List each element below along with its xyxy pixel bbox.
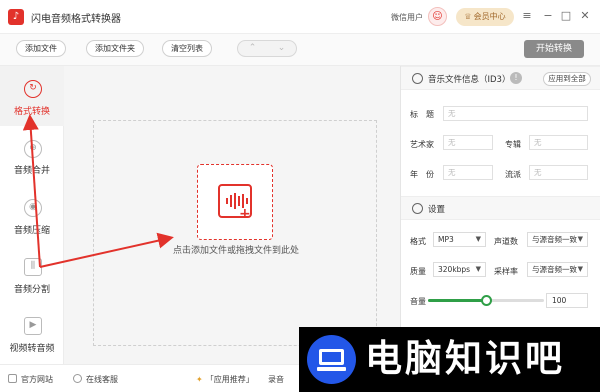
crown-icon: ♕ [464,12,472,21]
recommend-label: 「应用推荐」 [205,375,254,384]
title-bar: ♪ 闪电音频格式转换器 微信用户 ☺ ♕ 会员中心 ≡ − □ ✕ [0,0,600,34]
title-input[interactable]: 无 [443,106,588,121]
sidebar-item-label: 音频分割 [13,285,50,295]
artist-input[interactable]: 无 [443,135,493,150]
chevron-down-icon: ▼ [475,235,481,243]
sidebar: ↻ 格式转换 ⊕ 音频合并 ◉ 音频压缩 ⫼ 音频分割 ▶ 视频转音频 [0,66,64,364]
samplerate-value: 与源音频一致 [532,265,577,274]
sidebar-item-audio-merge[interactable]: ⊕ 音频合并 [0,128,64,188]
chevron-down-icon: ▼ [577,265,583,273]
volume-slider-handle[interactable] [481,295,492,306]
computer-logo-icon [307,335,356,384]
headset-icon [73,374,82,383]
recommend-link[interactable]: ✦ 「应用推荐」 [196,374,254,385]
start-convert-button[interactable]: 开始转换 [524,40,584,58]
support-label: 在线客服 [86,375,118,384]
sidebar-item-label: 音频压缩 [13,226,50,236]
support-link[interactable]: 在线客服 [73,374,118,385]
sidebar-item-format-convert[interactable]: ↻ 格式转换 [0,66,64,126]
close-icon[interactable]: ✕ [578,9,592,23]
compress-icon: ◉ [24,199,42,217]
chevron-down-icon: ▼ [577,235,583,243]
channels-label: 声道数 [494,237,518,246]
toolbar: 添加文件 添加文件夹 清空列表 ⌃ ⌄ 开始转换 [0,34,600,66]
year-label: 年 份 [410,170,434,179]
main-area: + 点击添加文件或拖拽文件到此处 [64,66,400,364]
add-file-button[interactable]: 添加文件 [16,40,66,57]
bulb-icon: ✦ [196,375,203,384]
channels-value: 与源音频一致 [532,235,577,244]
move-down-icon[interactable]: ⌄ [278,41,286,56]
sidebar-item-label: 音频合并 [13,166,50,176]
watermark: 电脑知识吧 [299,327,600,392]
samplerate-label: 采样率 [494,267,518,276]
move-buttons: ⌃ ⌄ [237,40,297,57]
format-label: 格式 [410,237,426,246]
clear-list-button[interactable]: 清空列表 [162,40,212,57]
genre-input[interactable]: 无 [529,165,588,180]
volume-slider-fill [428,299,486,302]
genre-label: 流派 [505,170,521,179]
artist-label: 艺术家 [410,140,434,149]
watermark-text: 电脑知识吧 [365,337,565,380]
add-folder-button[interactable]: 添加文件夹 [86,40,144,57]
globe-icon [8,374,17,383]
menu-icon[interactable]: ≡ [520,9,534,23]
gear-icon [412,203,423,214]
sidebar-item-audio-compress[interactable]: ◉ 音频压缩 [0,187,64,247]
id3-title: 音乐文件信息（ID3） [428,75,511,85]
minimize-icon[interactable]: − [541,9,555,23]
volume-label: 音量 [410,297,426,306]
sidebar-item-video-to-audio[interactable]: ▶ 视频转音频 [0,306,64,366]
app-title: 闪电音频格式转换器 [31,14,121,25]
volume-slider[interactable] [428,295,544,306]
album-label: 专辑 [505,140,521,149]
avatar[interactable]: ☺ [428,7,447,26]
album-input[interactable]: 无 [529,135,588,150]
headphone-icon [412,73,423,84]
settings-title: 设置 [428,205,446,215]
quality-value: 320kbps [438,265,471,274]
video-icon: ▶ [24,317,42,335]
app-logo-icon: ♪ [8,9,24,25]
user-name[interactable]: 微信用户 [391,12,423,23]
year-input[interactable]: 无 [443,165,493,180]
add-audio-icon[interactable]: + [197,164,273,240]
format-select[interactable]: MP3 ▼ [433,232,486,247]
channels-select[interactable]: 与源音频一致 ▼ [527,232,588,247]
drop-hint-text: 点击添加文件或拖拽文件到此处 [172,246,299,256]
chevron-down-icon: ▼ [475,265,481,273]
id3-header: 音乐文件信息（ID3） ! 应用到全部 [401,66,600,90]
merge-icon: ⊕ [24,140,42,158]
vip-label: 会员中心 [473,12,506,21]
drop-zone[interactable]: + 点击添加文件或拖拽文件到此处 [93,120,377,346]
quality-select[interactable]: 320kbps ▼ [433,262,486,277]
move-up-icon[interactable]: ⌃ [249,41,257,56]
volume-input[interactable]: 100 [546,293,588,308]
format-value: MP3 [438,235,454,244]
record-link[interactable]: 录音 [268,374,284,385]
sidebar-item-audio-split[interactable]: ⫼ 音频分割 [0,246,64,306]
info-icon[interactable]: ! [510,72,522,84]
title-label: 标 题 [410,110,434,119]
vip-center-button[interactable]: ♕ 会员中心 [456,8,514,26]
settings-header: 设置 [401,196,600,220]
website-link[interactable]: 官方网站 [8,374,53,385]
apply-all-button[interactable]: 应用到全部 [543,72,591,86]
quality-label: 质量 [410,267,426,276]
samplerate-select[interactable]: 与源音频一致 ▼ [527,262,588,277]
website-label: 官方网站 [21,375,53,384]
refresh-icon: ↻ [24,80,42,98]
split-icon: ⫼ [24,258,42,276]
maximize-icon[interactable]: □ [559,9,573,23]
sidebar-item-label: 格式转换 [13,107,50,117]
sidebar-item-label: 视频转音频 [9,344,55,354]
